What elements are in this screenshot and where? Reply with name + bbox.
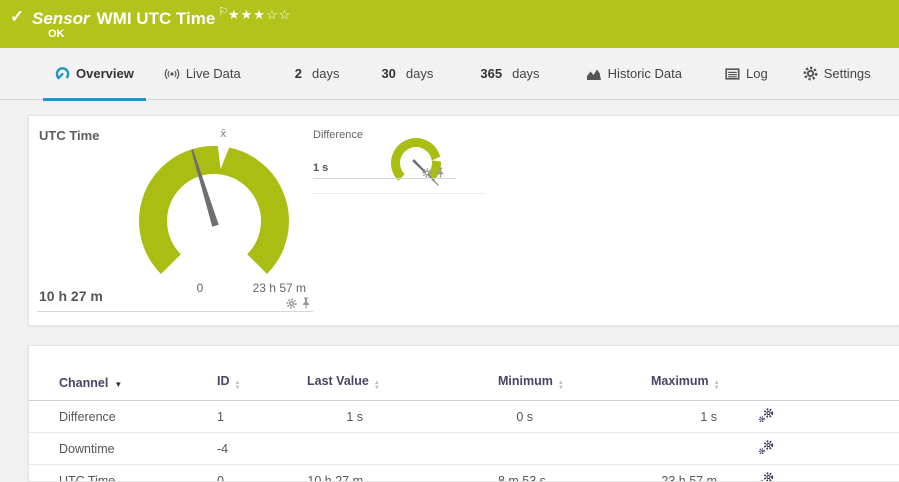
channel-settings-gears-icon[interactable] xyxy=(758,439,774,455)
priority-stars[interactable]: ★★★☆☆ xyxy=(228,7,291,23)
channel-last-value: 10 h 27 m xyxy=(307,464,498,481)
tab-2-days[interactable]: 2 days xyxy=(295,48,340,100)
channel-last-value xyxy=(307,432,498,465)
tab-bar: Overview Live Data 2 days 30 days 365 da… xyxy=(0,48,899,101)
tab-label: Overview xyxy=(76,66,134,81)
sort-icon[interactable]: ▲ ▼ xyxy=(558,380,564,391)
gauge-current-value: 10 h 27 m xyxy=(39,288,103,304)
mean-marker-label: x̄ xyxy=(220,127,227,140)
tab-label: Live Data xyxy=(185,66,241,81)
sensor-type-label: Sensor xyxy=(32,9,90,28)
tab-30-days[interactable]: 30 days xyxy=(381,48,433,100)
sensor-status-banner: ✓ Sensor WMI UTC Time ⚐ ★★★☆☆ OK xyxy=(0,0,899,48)
channel-last-value: 1 s xyxy=(307,400,498,433)
gauge-settings-gear-icon[interactable] xyxy=(286,297,297,309)
channel-settings-gears-icon[interactable] xyxy=(758,407,774,423)
col-header-actions xyxy=(758,370,899,401)
table-row: UTC Time 0 10 h 27 m 8 m 53 s 23 h 57 m xyxy=(29,464,899,482)
broadcast-icon xyxy=(164,68,180,79)
col-header-channel[interactable]: Channel ▼ xyxy=(29,370,217,401)
tab-settings[interactable]: Settings xyxy=(803,48,871,100)
page-title: Sensor WMI UTC Time ⚐ xyxy=(32,5,228,29)
gauge-divider xyxy=(37,311,313,312)
col-header-minimum[interactable]: Minimum ▲ ▼ xyxy=(498,370,651,401)
channel-name: Difference xyxy=(29,400,217,433)
sort-icon[interactable]: ▲ ▼ xyxy=(235,380,241,391)
channels-panel: Channel ▼ ID ▲ ▼ Last Value ▲ ▼ Minimum ▲ ▼ Max… xyxy=(28,345,899,482)
tab-label: Log xyxy=(745,66,768,81)
pin-icon[interactable] xyxy=(436,167,445,178)
gauge-controls xyxy=(286,297,311,309)
tab-label: Settings xyxy=(823,66,871,81)
channel-minimum: 8 m 53 s xyxy=(498,464,651,481)
gauge-title: UTC Time xyxy=(39,128,100,143)
channel-minimum: 0 s xyxy=(498,400,651,433)
tab-number: 365 xyxy=(480,66,503,81)
gauge-divider xyxy=(313,193,485,194)
sensor-name: WMI UTC Time xyxy=(96,9,216,28)
col-header-id[interactable]: ID ▲ ▼ xyxy=(217,370,307,401)
channel-maximum xyxy=(651,432,758,465)
channels-table: Channel ▼ ID ▲ ▼ Last Value ▲ ▼ Minimum ▲ ▼ Max… xyxy=(29,370,899,482)
channel-settings-gears-icon[interactable] xyxy=(758,471,774,482)
table-row: Downtime -4 xyxy=(29,432,899,465)
col-header-maximum[interactable]: Maximum ▲ ▼ xyxy=(651,370,758,401)
channel-minimum xyxy=(498,432,651,465)
channel-name: UTC Time xyxy=(29,464,217,481)
tab-live-data[interactable]: Live Data xyxy=(164,48,241,100)
tab-label: days xyxy=(512,66,540,81)
tab-label: days xyxy=(311,66,340,81)
area-chart-icon xyxy=(586,69,601,80)
difference-gauge xyxy=(391,138,446,186)
table-row: Difference 1 1 s 0 s 1 s xyxy=(29,400,899,433)
gauge-current-value: 1 s xyxy=(313,162,329,174)
gauge-divider xyxy=(313,178,456,179)
pin-icon[interactable] xyxy=(301,297,311,309)
gauge-min-tick: 0 xyxy=(197,281,204,295)
tab-label: days xyxy=(405,66,434,81)
gauge-title: Difference xyxy=(313,129,363,141)
log-icon xyxy=(725,67,740,80)
sort-desc-icon[interactable]: ▼ xyxy=(114,380,122,389)
gear-icon xyxy=(803,66,818,81)
gauge-controls xyxy=(422,167,445,178)
sort-icon[interactable]: ▲ ▼ xyxy=(714,380,720,391)
ok-check-icon: ✓ xyxy=(10,7,25,26)
status-badge: OK xyxy=(48,28,65,40)
gauge-max-tick: 23 h 57 m xyxy=(253,281,306,295)
tab-historic-data[interactable]: Historic Data xyxy=(586,48,682,100)
channel-id: 0 xyxy=(217,464,307,481)
table-header-row: Channel ▼ ID ▲ ▼ Last Value ▲ ▼ Minimum ▲ ▼ Max… xyxy=(29,370,899,401)
col-header-last-value[interactable]: Last Value ▲ ▼ xyxy=(307,370,498,401)
gauges-panel: UTC Time x̄ 0 23 h 57 m 10 h 27 m Differ… xyxy=(28,115,899,326)
flag-icon[interactable]: ⚐ xyxy=(218,6,228,18)
channel-maximum: 23 h 57 m xyxy=(651,464,758,481)
tab-log[interactable]: Log xyxy=(725,48,768,100)
tab-number: 2 xyxy=(294,66,302,81)
tab-365-days[interactable]: 365 days xyxy=(480,48,539,100)
channel-maximum: 1 s xyxy=(651,400,758,433)
gauge-settings-gear-icon[interactable] xyxy=(422,167,432,178)
tab-overview[interactable]: Overview xyxy=(43,48,146,101)
gauge-icon xyxy=(55,67,70,80)
tab-number: 30 xyxy=(381,66,396,81)
channel-id: 1 xyxy=(217,400,307,433)
sort-icon[interactable]: ▲ ▼ xyxy=(374,380,380,391)
tab-label: Historic Data xyxy=(607,66,682,81)
channel-name: Downtime xyxy=(29,432,217,465)
utc-time-gauge: x̄ 0 23 h 57 m xyxy=(139,127,306,295)
channel-id: -4 xyxy=(217,432,307,465)
